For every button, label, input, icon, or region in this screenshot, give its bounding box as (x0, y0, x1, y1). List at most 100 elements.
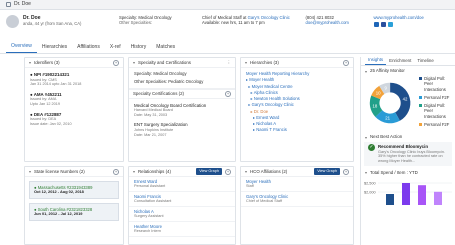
tab-enrichment[interactable]: Enrichment (386, 58, 414, 66)
tab-affiliations[interactable]: Affiliations (72, 44, 105, 53)
identifiers-title: Identifiers (3) (34, 59, 60, 65)
donut-slice-label: 18 (372, 103, 377, 108)
add-hierarchy-icon[interactable]: + (343, 59, 349, 66)
tab-overview[interactable]: Overview (6, 43, 37, 53)
tab-hierarchies[interactable]: Hierarchies (37, 44, 72, 53)
y-tick-label: $2,500 (364, 181, 376, 185)
certification-item: ENT Surgery Specialization Johns Hopkins… (134, 122, 188, 137)
collapse-icon[interactable]: ▾ (365, 135, 367, 140)
add-license-icon[interactable]: + (113, 168, 119, 175)
add-identifier-icon[interactable]: + (113, 59, 119, 66)
add-relationship-icon[interactable]: + (225, 168, 231, 175)
hierarchy-root[interactable]: Moyer Health Reporting Hierarchy (246, 71, 348, 76)
total-spend-bar-chart: $2,500 $2,000 (364, 181, 452, 205)
relationship-item[interactable]: Heather Moore Research Intern (129, 222, 235, 237)
collapse-icon[interactable]: ▾ (133, 169, 135, 174)
check-icon: ✓ (368, 144, 375, 151)
tab-matches[interactable]: Matches (151, 44, 180, 53)
donut-slice-label: 10 (376, 91, 381, 96)
hierarchy-node[interactable]: ▸ Ernest Ward (246, 115, 348, 120)
identifier-item: ● AMA #452211 Issued by: AMA Upto Jan 12… (30, 91, 62, 107)
identifier-item: ● NPI #1902214321 Issued by: CMS Jan 31 … (30, 72, 82, 87)
identifier-item: ● DEA #122887 Issued by: DEA Issue date:… (30, 111, 72, 127)
facebook-icon[interactable] (380, 22, 386, 28)
collapse-icon[interactable]: ▾ (29, 169, 31, 174)
collapse-icon[interactable]: ▾ (365, 69, 367, 74)
legend-swatch (419, 77, 423, 80)
donut-slice-label: 42 (403, 97, 408, 102)
hierarchy-node[interactable]: ▸ Nicholas A (246, 121, 348, 126)
legend-swatch (419, 95, 423, 99)
legend-swatch (419, 104, 423, 107)
hierarchy-node[interactable]: ▸ Naomi T Francis (246, 127, 348, 132)
profile-website[interactable]: www.myprohealth.com/doe (374, 15, 439, 20)
bar (434, 191, 442, 205)
window-title: Dr. Doe (14, 1, 31, 8)
profile-header: Dr. Doe anda, 44 yr (from San Ana, CA) S… (0, 10, 455, 41)
specialty-card: ▾ Specialty and Certifications ⋮ Special… (128, 57, 236, 162)
collapse-icon[interactable]: ▾ (245, 169, 247, 174)
hco-affiliations-card: ▾ HCO Affiliations (2) View Graph + Moye… (240, 166, 354, 245)
collapse-icon[interactable]: ▾ (365, 170, 367, 175)
specialty-title: Specialty and Certifications (138, 59, 191, 65)
relationship-item[interactable]: Nicholas A Surgery Assistant (129, 207, 235, 222)
profile-chief-org-link[interactable]: Gary's Oncology Clinic (248, 15, 290, 20)
hierarchy-node-current[interactable]: ▸ Dr. Doe (246, 109, 348, 114)
hierarchy-node[interactable]: ▸ Alpha Clinics (246, 90, 348, 95)
more-menu-icon[interactable]: ⋮ (227, 60, 231, 66)
avatar (6, 15, 19, 28)
state-license-title: State license Numbers (2) (34, 168, 85, 174)
page-icon (6, 2, 11, 7)
hierarchies-title: Hierarchies (3) (250, 59, 279, 65)
affinity-monitor-title: 25 Affinity Monitor (370, 68, 405, 74)
profile-location: anda, 44 yr (from San Ana, CA) (23, 21, 82, 27)
insights-panel: Insights Enrichment Timeline ▾ 25 Affini… (360, 57, 455, 245)
total-spend-title: Total Spend / Item : YTD (370, 169, 418, 175)
view-graph-button[interactable]: View Graph (314, 168, 340, 175)
tab-xref[interactable]: X-ref (105, 44, 126, 53)
twitter-icon[interactable] (387, 22, 393, 28)
legend-item: Digital Poll: Peer Interactions (419, 76, 452, 92)
specialty-primary: Specialty: Medical Oncology (134, 71, 187, 76)
tab-history[interactable]: History (126, 44, 152, 53)
tab-timeline[interactable]: Timeline (414, 58, 436, 66)
hco-title: HCO Affiliations (2) (250, 168, 288, 174)
relationship-item[interactable]: Ernest Ward Personal Assistant (129, 177, 235, 192)
add-affiliation-icon[interactable]: + (343, 168, 349, 175)
affiliation-item[interactable]: Moyer Health Staff (241, 177, 353, 192)
affiliation-item[interactable]: Gary's Oncology Clinic Chief of Medical … (241, 192, 353, 207)
certifications-title: Specialty Certifications (2) (133, 90, 184, 96)
certification-item: Medical Oncology Board Certification Har… (134, 102, 207, 117)
state-license-card: ▾ State license Numbers (2) + ● Massachu… (24, 166, 124, 245)
license-item: ● Massachusetts #2331943389 Oct 12, 2012… (29, 181, 119, 200)
collapse-icon[interactable]: ▾ (245, 60, 247, 65)
profile-other-specialties: Other Specialties: (119, 20, 153, 26)
identifiers-card: ▾ Identifiers (3) + ● NPI #1902214321 Is… (24, 57, 124, 162)
relationships-title: Relationships (4) (138, 168, 171, 174)
profile-email[interactable]: doe@myprohealth.com (306, 20, 364, 25)
linkedin-icon[interactable] (373, 22, 379, 28)
hierarchy-node[interactable]: ▸ Gary's Oncology Clinic (246, 102, 348, 107)
y-tick-label: $2,000 (364, 190, 376, 194)
collapse-icon[interactable]: ▾ (29, 60, 31, 65)
bar (418, 184, 426, 205)
collapse-icon[interactable]: ▾ (133, 60, 135, 65)
hierarchy-node[interactable]: ▸ Moyer Medical Centre (246, 84, 348, 89)
recommend-text: Gary's Oncology Clinic buys Bloomycin. 3… (378, 149, 445, 163)
profile-hours: Available: new hrs, 11 am to 7 pm (202, 20, 265, 26)
bar (386, 193, 394, 205)
specialty-other: Other Specialties: Pediatric Oncology (134, 79, 204, 85)
tab-insights[interactable]: Insights (365, 57, 387, 65)
profile-tabs: Overview Hierarchies Affiliations X-ref … (0, 41, 455, 54)
legend-item: Digital Poll: Peer Interactions (419, 103, 452, 119)
legend-item: Personal F2F (419, 95, 452, 100)
add-certification-icon[interactable]: + (225, 90, 231, 97)
relationship-item[interactable]: Naomi Francis Consultation Assistant (129, 192, 235, 207)
view-graph-button[interactable]: View Graph (196, 168, 222, 175)
relationships-card: ▾ Relationships (4) View Graph + Ernest … (128, 166, 236, 245)
license-item: ● South Carolina #2321823328 Jun 01, 201… (29, 203, 119, 222)
hierarchy-node[interactable]: ▸ Moyer Health (246, 77, 348, 82)
legend-item: Personal F2F (419, 122, 452, 127)
hierarchies-card: ▾ Hierarchies (3) + Moyer Health Reporti… (240, 57, 354, 162)
hierarchy-node[interactable]: ▸ Newton Health Solutions (246, 96, 348, 101)
